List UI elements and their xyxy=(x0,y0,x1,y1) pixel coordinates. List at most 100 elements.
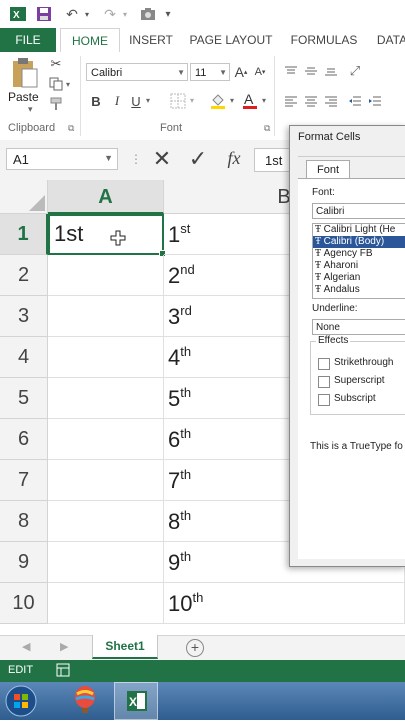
cell-b-base: 3 xyxy=(168,304,181,329)
grow-font-button[interactable]: A ▴ xyxy=(233,63,249,81)
borders-dropdown-icon[interactable]: ▾ xyxy=(190,96,194,105)
cell-b-base: 7 xyxy=(168,468,181,493)
tab-file[interactable]: FILE xyxy=(0,28,56,52)
undo-icon[interactable]: ↶ xyxy=(62,5,82,23)
paste-icon[interactable] xyxy=(8,56,42,92)
subscript-checkbox[interactable] xyxy=(318,394,330,406)
tab-formulas[interactable]: FORMULAS xyxy=(285,28,363,52)
sheet-tab-sheet1[interactable]: Sheet1 xyxy=(92,635,158,659)
copy-dropdown-icon[interactable]: ▾ xyxy=(66,80,70,89)
underline-button[interactable]: U xyxy=(128,92,144,110)
row-header[interactable]: 9 xyxy=(0,542,48,583)
start-button-icon[interactable] xyxy=(4,684,38,718)
font-list-item[interactable]: Ŧ Andalus xyxy=(313,284,405,296)
group-separator xyxy=(80,56,81,136)
format-painter-icon[interactable] xyxy=(48,96,64,112)
decrease-indent-icon[interactable] xyxy=(346,92,364,110)
paste-dropdown-icon[interactable]: ▾ xyxy=(28,104,33,115)
customize-icon[interactable]: ▾ xyxy=(162,5,174,23)
increase-indent-icon[interactable] xyxy=(366,92,384,110)
strikethrough-checkbox[interactable] xyxy=(318,358,330,370)
row-header[interactable]: 2 xyxy=(0,255,48,296)
bold-button[interactable]: B xyxy=(88,92,104,110)
tab-home[interactable]: HOME xyxy=(60,28,120,54)
tab-font[interactable]: Font xyxy=(306,160,350,179)
fill-color-dropdown-icon[interactable]: ▾ xyxy=(230,96,234,105)
cell-a10[interactable] xyxy=(48,583,164,624)
cell-a6[interactable] xyxy=(48,419,164,460)
scroll-right-icon[interactable]: ▶ xyxy=(60,640,68,653)
save-icon[interactable] xyxy=(34,5,54,23)
fill-color-icon[interactable] xyxy=(208,92,228,110)
row-header[interactable]: 5 xyxy=(0,378,48,419)
font-launcher-icon[interactable]: ⧉ xyxy=(264,123,270,134)
cell-a2[interactable] xyxy=(48,255,164,296)
superscript-checkbox[interactable] xyxy=(318,376,330,388)
paint-app-icon[interactable] xyxy=(70,685,100,717)
redo-dropdown-icon[interactable]: ▾ xyxy=(120,5,130,23)
font-list-item[interactable]: Ŧ Aharoni xyxy=(313,260,405,272)
font-listbox[interactable]: Ŧ Calibri Light (He Ŧ Calibri (Body) Ŧ Age… xyxy=(312,223,405,299)
cell-b-base: 10 xyxy=(168,591,193,616)
cell-a7[interactable] xyxy=(48,460,164,501)
name-box[interactable]: A1 ▼ xyxy=(6,148,118,170)
paste-button-label[interactable]: Paste xyxy=(8,90,39,104)
copy-icon[interactable] xyxy=(48,76,64,92)
cell-a5[interactable] xyxy=(48,378,164,419)
row-header[interactable]: 4 xyxy=(0,337,48,378)
windows-taskbar: X xyxy=(0,682,405,720)
middle-align-icon[interactable] xyxy=(302,62,320,80)
tab-data[interactable]: DATA xyxy=(372,28,405,52)
row-header[interactable]: 1 xyxy=(0,214,48,255)
tab-page-layout[interactable]: PAGE LAYOUT xyxy=(186,28,276,52)
row-header[interactable]: 6 xyxy=(0,419,48,460)
column-header-a[interactable]: A xyxy=(48,180,164,214)
borders-icon[interactable] xyxy=(168,92,188,110)
insert-function-button[interactable]: fx xyxy=(222,148,246,172)
tab-insert[interactable]: INSERT xyxy=(122,28,180,52)
cell-a3[interactable] xyxy=(48,296,164,337)
font-list-item-label: Andalus xyxy=(323,284,360,295)
font-field-input[interactable]: Calibri xyxy=(312,203,405,219)
cell-a9[interactable] xyxy=(48,542,164,583)
align-center-icon[interactable] xyxy=(302,92,320,110)
italic-button[interactable]: I xyxy=(109,92,125,110)
row-header[interactable]: 8 xyxy=(0,501,48,542)
underline-dropdown-icon[interactable]: ▾ xyxy=(146,96,150,105)
row-header[interactable]: 7 xyxy=(0,460,48,501)
cancel-icon[interactable]: ✕ xyxy=(150,146,174,172)
orientation-icon[interactable]: ⤢ xyxy=(346,62,364,80)
top-align-icon[interactable] xyxy=(282,62,300,80)
font-color-dropdown-icon[interactable]: ▾ xyxy=(262,96,266,105)
row-header[interactable]: 3 xyxy=(0,296,48,337)
row-header[interactable]: 10 xyxy=(0,583,48,624)
align-right-icon[interactable] xyxy=(322,92,340,110)
clipboard-launcher-icon[interactable]: ⧉ xyxy=(68,123,74,134)
macro-record-icon[interactable] xyxy=(56,663,70,680)
font-list-item[interactable]: Ŧ Calibri Light (He xyxy=(313,224,405,236)
enter-icon[interactable]: ✓ xyxy=(186,146,210,172)
cell-a1[interactable]: 1st xyxy=(48,214,166,257)
cell-b10[interactable]: 10th xyxy=(164,583,405,624)
excel-taskbar-button[interactable]: X xyxy=(114,682,158,720)
bottom-align-icon[interactable] xyxy=(322,62,340,80)
redo-icon[interactable]: ↷ xyxy=(100,5,120,23)
align-left-icon[interactable] xyxy=(282,92,300,110)
undo-dropdown-icon[interactable]: ▾ xyxy=(82,5,92,23)
truetype-icon: Ŧ xyxy=(315,248,324,259)
scroll-left-icon[interactable]: ◀ xyxy=(22,640,30,653)
cell-a8[interactable] xyxy=(48,501,164,542)
font-size-combo[interactable]: 11 ▼ xyxy=(190,63,230,81)
select-all-button[interactable] xyxy=(0,180,48,214)
add-sheet-button[interactable]: + xyxy=(186,639,204,657)
underline-select[interactable]: None xyxy=(312,319,405,335)
font-list-item[interactable]: Ŧ Algerian xyxy=(313,272,405,284)
shrink-font-button[interactable]: A ▾ xyxy=(252,63,268,81)
camera-icon[interactable] xyxy=(138,5,158,23)
font-name-combo[interactable]: Calibri ▼ xyxy=(86,63,188,81)
cut-icon[interactable]: ✂ xyxy=(48,56,64,72)
font-list-item[interactable]: Ŧ Agency FB xyxy=(313,248,405,260)
font-color-icon[interactable]: A xyxy=(240,90,260,110)
font-list-item[interactable]: Ŧ Calibri (Body) xyxy=(313,236,405,248)
cell-a4[interactable] xyxy=(48,337,164,378)
